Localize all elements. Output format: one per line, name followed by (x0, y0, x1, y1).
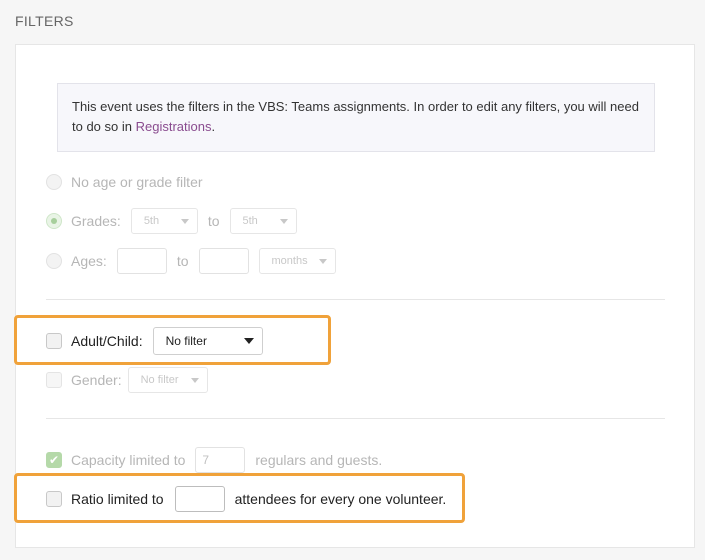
capacity-input[interactable] (195, 447, 246, 473)
registrations-link[interactable]: Registrations (136, 119, 212, 134)
chevron-down-icon (180, 218, 189, 224)
no-age-grade-filter-option[interactable]: No age or grade filter (46, 167, 203, 197)
ages-unit-select[interactable]: months (258, 248, 336, 274)
section-title: FILTERS (15, 13, 74, 29)
gender-label: Gender: (71, 372, 122, 388)
checkmark-icon: ✔ (48, 453, 60, 467)
gender-select[interactable]: No filter (127, 367, 208, 393)
no-filter-radio[interactable] (46, 174, 62, 190)
ages-radio[interactable] (46, 253, 62, 269)
chevron-down-icon (279, 218, 288, 224)
ratio-highlight (14, 473, 465, 523)
filters-notice: This event uses the filters in the VBS: … (57, 83, 655, 152)
grades-to-select[interactable]: 5th (229, 208, 297, 234)
grades-to-value: 5th (242, 215, 258, 227)
divider (46, 299, 665, 300)
grades-from-select[interactable]: 5th (130, 208, 198, 234)
grades-to-word: to (207, 213, 220, 229)
grades-filter-option[interactable]: Grades: 5th to 5th (46, 206, 297, 236)
gender-checkbox[interactable] (46, 372, 62, 388)
chevron-down-icon (318, 258, 327, 264)
adult-child-highlight (14, 315, 331, 365)
capacity-limit-option[interactable]: ✔ Capacity limited to regulars and guest… (46, 445, 382, 475)
divider (46, 418, 665, 419)
ages-label: Ages: (71, 253, 107, 269)
chevron-down-icon (190, 377, 199, 383)
grades-radio[interactable] (46, 213, 62, 229)
notice-text-end: . (211, 119, 216, 134)
capacity-label: Capacity limited to (71, 452, 186, 468)
ages-filter-option[interactable]: Ages: to months (46, 246, 336, 276)
capacity-checkbox[interactable]: ✔ (46, 452, 62, 468)
grades-from-value: 5th (143, 215, 160, 227)
grades-label: Grades: (71, 213, 121, 229)
no-filter-label: No age or grade filter (71, 174, 203, 190)
ages-unit-value: months (271, 255, 308, 267)
gender-filter[interactable]: Gender: No filter (46, 365, 208, 395)
gender-value: No filter (140, 374, 179, 386)
capacity-label-after: regulars and guests. (255, 452, 383, 468)
ages-from-input[interactable] (116, 248, 167, 274)
ages-to-input[interactable] (198, 248, 249, 274)
ages-to-word: to (176, 253, 189, 269)
